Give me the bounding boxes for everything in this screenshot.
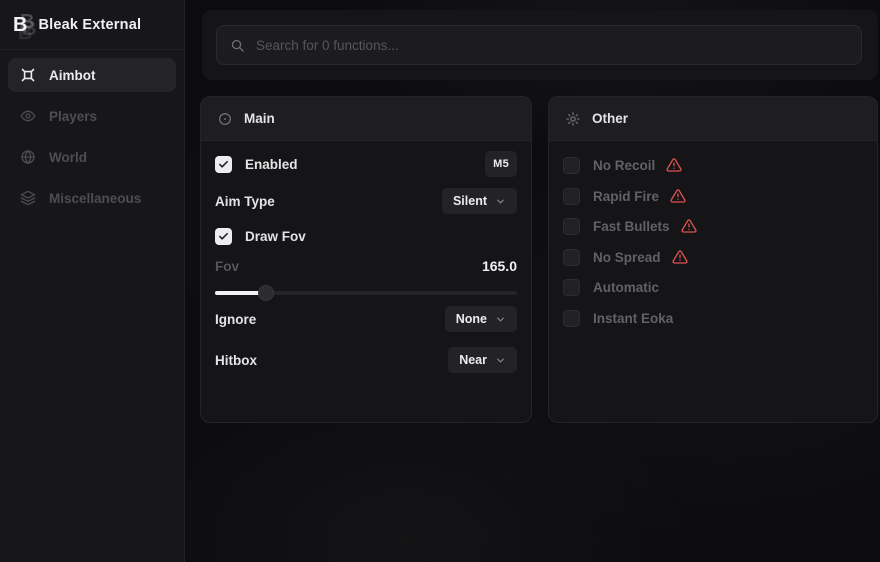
panel-main-header: Main xyxy=(201,97,531,141)
hitbox-value: Near xyxy=(459,353,487,367)
panel-main: Main Enabled M5 Aim Type Silent xyxy=(200,96,532,423)
crosshair-icon xyxy=(20,67,36,83)
fov-value: 165.0 xyxy=(482,258,517,274)
no-recoil-row: No Recoil xyxy=(563,152,863,178)
target-icon xyxy=(217,111,233,127)
warning-icon xyxy=(681,218,697,234)
keybind-button[interactable]: M5 xyxy=(485,151,517,177)
fov-slider-track[interactable] xyxy=(215,291,517,295)
ignore-label: Ignore xyxy=(215,312,256,327)
no-spread-row: No Spread xyxy=(563,244,863,270)
sidebar-item-label: Miscellaneous xyxy=(49,191,141,206)
draw-fov-row: Draw Fov xyxy=(215,223,517,249)
rapid-fire-checkbox[interactable] xyxy=(563,188,580,205)
instant-eoka-checkbox[interactable] xyxy=(563,310,580,327)
fov-slider-fill xyxy=(215,291,266,295)
no-spread-label: No Spread xyxy=(593,250,661,265)
aim-type-dropdown[interactable]: Silent xyxy=(442,188,517,214)
search-panel: Search for 0 functions... xyxy=(202,10,878,80)
panel-other: Other No Recoil Rapid Fire Fast Bullets xyxy=(548,96,878,423)
instant-eoka-label: Instant Eoka xyxy=(593,311,673,326)
ignore-value: None xyxy=(456,312,487,326)
fast-bullets-label: Fast Bullets xyxy=(593,219,670,234)
chevron-down-icon xyxy=(495,314,506,325)
search-icon xyxy=(230,38,245,53)
rapid-fire-row: Rapid Fire xyxy=(563,183,863,209)
warning-icon xyxy=(670,188,686,204)
sidebar-item-world[interactable]: World xyxy=(8,140,176,174)
panel-title: Main xyxy=(244,111,275,126)
fov-row: Fov 165.0 xyxy=(215,255,517,277)
panel-title: Other xyxy=(592,111,628,126)
layers-icon xyxy=(20,190,36,206)
ignore-dropdown[interactable]: None xyxy=(445,306,517,332)
sidebar-item-label: Players xyxy=(49,109,97,124)
draw-fov-checkbox[interactable] xyxy=(215,228,232,245)
fast-bullets-row: Fast Bullets xyxy=(563,213,863,239)
search-input[interactable]: Search for 0 functions... xyxy=(216,25,862,65)
hitbox-dropdown[interactable]: Near xyxy=(448,347,517,373)
enabled-label: Enabled xyxy=(245,157,298,172)
search-placeholder: Search for 0 functions... xyxy=(256,38,399,53)
globe-icon xyxy=(20,149,36,165)
no-spread-checkbox[interactable] xyxy=(563,249,580,266)
sidebar-nav: Aimbot Players World xyxy=(8,58,176,222)
no-recoil-label: No Recoil xyxy=(593,158,655,173)
instant-eoka-row: Instant Eoka xyxy=(563,305,863,331)
warning-icon xyxy=(672,249,688,265)
app-title: Bleak External xyxy=(38,17,141,33)
aim-type-label: Aim Type xyxy=(215,194,275,209)
fov-slider[interactable] xyxy=(215,285,517,301)
enabled-checkbox[interactable] xyxy=(215,156,232,173)
no-recoil-checkbox[interactable] xyxy=(563,157,580,174)
sidebar-item-aimbot[interactable]: Aimbot xyxy=(8,58,176,92)
sidebar-item-label: World xyxy=(49,150,87,165)
automatic-row: Automatic xyxy=(563,274,863,300)
hitbox-row: Hitbox Near xyxy=(215,347,517,373)
sidebar: B Bleak External Aimbot Play xyxy=(0,0,185,562)
automatic-label: Automatic xyxy=(593,280,659,295)
panel-other-header: Other xyxy=(549,97,877,141)
sidebar-item-players[interactable]: Players xyxy=(8,99,176,133)
aim-type-value: Silent xyxy=(453,194,487,208)
app-logo: B xyxy=(13,15,27,35)
chevron-down-icon xyxy=(495,355,506,366)
rapid-fire-label: Rapid Fire xyxy=(593,189,659,204)
app-window: B Bleak External Aimbot Play xyxy=(0,0,880,562)
eye-icon xyxy=(20,108,36,124)
hitbox-label: Hitbox xyxy=(215,353,257,368)
draw-fov-label: Draw Fov xyxy=(245,229,306,244)
warning-icon xyxy=(666,157,682,173)
gear-icon xyxy=(565,111,581,127)
sidebar-item-miscellaneous[interactable]: Miscellaneous xyxy=(8,181,176,215)
automatic-checkbox[interactable] xyxy=(563,279,580,296)
enabled-row: Enabled M5 xyxy=(215,151,517,177)
fov-slider-thumb[interactable] xyxy=(258,285,274,301)
fast-bullets-checkbox[interactable] xyxy=(563,218,580,235)
sidebar-item-label: Aimbot xyxy=(49,68,96,83)
fov-label: Fov xyxy=(215,259,239,274)
ignore-row: Ignore None xyxy=(215,306,517,332)
chevron-down-icon xyxy=(495,196,506,207)
brand: B Bleak External xyxy=(0,0,184,50)
aim-type-row: Aim Type Silent xyxy=(215,188,517,214)
